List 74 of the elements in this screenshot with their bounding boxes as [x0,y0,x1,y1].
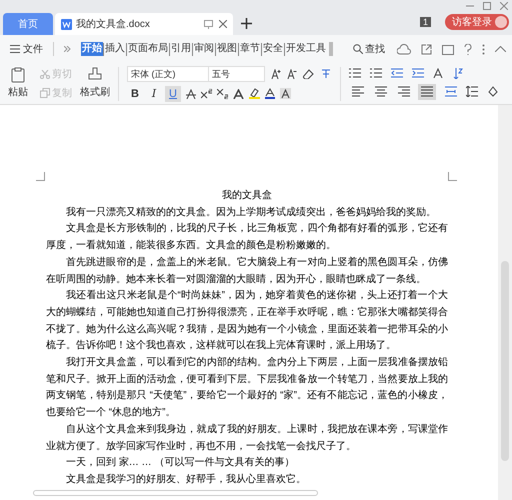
ribbon-tab[interactable]: 章节 [239,42,261,56]
monitor-icon[interactable] [204,20,213,28]
cloud-icon[interactable] [397,44,411,54]
shrink-font-icon[interactable] [287,68,297,78]
ribbon-tab[interactable]: 引用 [170,42,192,56]
scissors-icon [40,70,50,78]
close-icon[interactable] [500,2,508,10]
search-icon [353,44,363,54]
justify-button[interactable] [418,84,436,100]
menu-icon [10,45,20,53]
search-button[interactable]: 查找 [353,42,385,56]
strikethrough-icon[interactable] [186,88,196,98]
align-right-button[interactable] [395,84,413,100]
paragraph: 首先跳进眼帘的是，盒盖上的米老鼠。它大脑袋上有一对向上竖着的黑色圆耳朵，仿佛在听周围的动静。她本来长着一对圆溜溜的大眼睛，因为开心，眼睛也眯成了一条线。 [46,256,448,287]
paragraph: 自从这个文具盒来到我身边，就成了我的好朋友。上课时，我把放在课本旁，写课堂作业就方便了。放学回家写作业时，再也不用，一会找笔一会找尺子了。 [46,422,448,454]
paragraph: 文具盒是长方形铁制的，比我的尺子长，比三角板宽，四个角都有好看的弧形，它还有厚度，一看就知道，能装很多东西。文具盒的颜色是粉粉嫩嫩的。 [46,222,448,254]
copy-icon [40,88,50,98]
ribbon-tab[interactable]: 开发工具 [285,42,327,56]
grow-font-icon[interactable] [271,68,281,78]
paragraph: 一天，回到 家… … （可以写一件与文具有关的事） [65,456,296,470]
share-icon[interactable] [421,44,432,54]
collapse-icon[interactable] [495,46,506,52]
eraser-icon[interactable] [303,68,314,78]
ribbon-tab[interactable]: 审阅 [193,42,215,56]
sort-icon[interactable] [453,68,463,78]
subscript-icon[interactable] [217,88,228,98]
change-case-icon[interactable] [433,68,444,78]
align-center-button[interactable] [372,84,390,100]
maximize-icon[interactable] [483,2,491,10]
close-tab-icon[interactable] [219,20,227,28]
distributed-icon[interactable] [445,86,457,97]
file-menu[interactable]: 文件 [10,42,43,56]
corner-mark-icon [36,172,45,181]
character-shading-icon[interactable] [280,88,291,99]
highlight-icon[interactable] [249,88,260,99]
ribbon-tab[interactable]: 安全 [262,42,284,56]
paragraph: 我打开文具盒盖，可以看到它的内部的结构。盒内分上下两层，上面一层我准备摆放铅笔和尺子。掀开上面的活动盒，便可看到下层。下层我准备放一个转笔刀，当然要放上我的两支钢笔，特别是那只 “天使笔”，要给它一个最好的 “家”。还有不能忘记，蓝色的小橡皮，也要给它一个 “休息的地方”。 [46,356,448,420]
line-spacing-icon[interactable] [466,86,478,97]
font-dropdown[interactable]: 宋体 (正文) [127,66,209,82]
chevrons-icon[interactable] [64,46,71,52]
paragraph: 文具盒是我学习的好朋友、好帮手，我从心里喜欢它。 [65,472,307,487]
window-count-badge[interactable]: 1 [420,17,431,27]
font-size-dropdown[interactable]: 五号 [209,66,265,82]
ribbon-tab[interactable]: 插入 [104,42,126,56]
format-button[interactable]: B [127,86,143,102]
clipboard-icon [10,67,26,83]
paragraph: 我有一只漂亮又精致的的文具盒。因为上学期考试成绩突出，爸爸妈妈给我的奖励。 [65,206,437,220]
document-title: 我的文具盒 [221,188,273,203]
login-button[interactable]: 访客登录 [445,14,509,30]
bullet-list-icon[interactable] [349,68,361,78]
ribbon-tab[interactable]: 页面布局 [127,42,169,56]
add-tab-icon[interactable] [241,18,252,29]
help-icon[interactable] [464,44,472,54]
format-painter-button[interactable]: 格式刷 [80,67,110,100]
superscript-icon[interactable] [201,88,212,98]
format-button[interactable]: I [146,86,162,102]
horizontal-scrollbar[interactable] [33,490,318,496]
font-color-icon[interactable] [265,88,275,99]
text-effect-icon[interactable] [233,88,244,98]
increase-indent-icon[interactable] [412,68,424,78]
avatar-icon [495,16,507,28]
decrease-indent-icon[interactable] [391,68,403,78]
corner-mark-icon [448,172,457,181]
more-icon[interactable] [482,44,485,54]
phonetic-icon[interactable] [320,68,332,79]
ribbon-tab[interactable]: 开始 [81,42,103,56]
numbered-list-icon[interactable] [370,68,382,78]
align-left-button[interactable] [349,84,367,100]
paragraph: 我还看出这只米老鼠是个“时尚妹妹”，因为，她穿着黄色的迷你裙，头上还打着一个大大的蝴蝶结，可能她也知道自己打扮得很漂亮，正在举手欢呼呢，瞧：它那张大嘴都笑得合不拢了。她为什么这么高兴呢？我猜，是因为她有一个小镜盒，里面还装着一把带耳朵的小梳子。告诉你吧！这个我也喜欢，这样就可以在我上完体育课时，派上用场了。 [46,288,448,354]
paste-button[interactable]: 粘贴 [8,67,28,100]
document-tab[interactable]: 我的文具盒.docx [55,13,233,35]
vertical-scrollbar-thumb[interactable] [501,261,509,461]
document-icon [61,18,72,30]
ribbon-tab[interactable]: 视图 [216,42,238,56]
